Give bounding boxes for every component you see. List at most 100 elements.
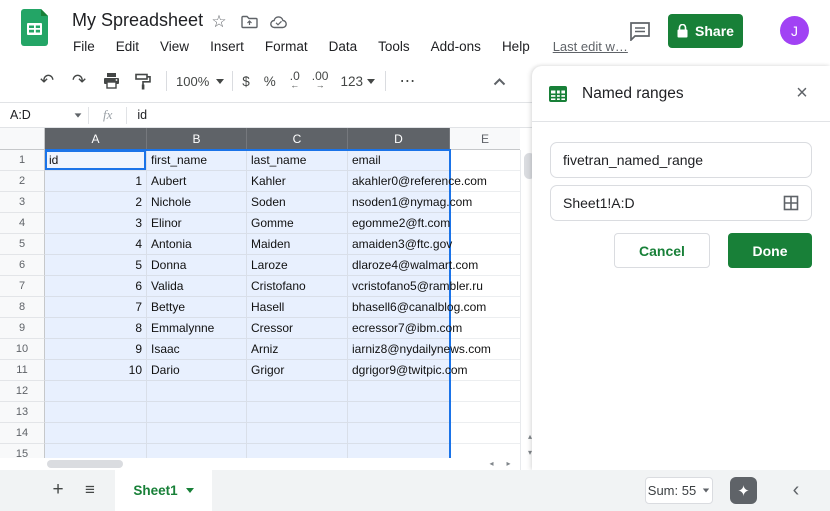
cell-B11[interactable]: Dario (147, 360, 247, 381)
document-title[interactable]: My Spreadsheet (72, 10, 203, 31)
format-currency-button[interactable]: $ (242, 74, 250, 89)
add-sheet-button[interactable]: + (46, 478, 70, 502)
menu-data[interactable]: Data (327, 38, 360, 55)
name-box[interactable]: A:D (0, 108, 88, 122)
menu-help[interactable]: Help (500, 38, 532, 55)
row-header-8[interactable]: 8 (0, 297, 45, 318)
formula-input[interactable]: id (127, 108, 147, 122)
cell-B9[interactable]: Emmalynne (147, 318, 247, 339)
cell-D13[interactable] (348, 402, 450, 423)
cell-B10[interactable]: Isaac (147, 339, 247, 360)
close-icon[interactable]: × (790, 82, 814, 106)
row-header-11[interactable]: 11 (0, 360, 45, 381)
cell-D11[interactable]: dgrigor9@twitpic.com (348, 360, 450, 381)
cell-D6[interactable]: dlaroze4@walmart.com (348, 255, 450, 276)
cell-A1[interactable]: id (45, 150, 147, 171)
row-header-4[interactable]: 4 (0, 213, 45, 234)
cell-D7[interactable]: vcristofano5@rambler.ru (348, 276, 450, 297)
format-percent-button[interactable]: % (264, 74, 276, 89)
cell-B5[interactable]: Antonia (147, 234, 247, 255)
cell-C3[interactable]: Soden (247, 192, 348, 213)
cancel-button[interactable]: Cancel (614, 233, 710, 268)
print-button[interactable] (98, 68, 124, 94)
share-button[interactable]: Share (668, 14, 743, 48)
row-header-1[interactable]: 1 (0, 150, 45, 171)
sheets-logo-icon[interactable] (21, 9, 48, 46)
cell-A4[interactable]: 3 (45, 213, 147, 234)
explore-button[interactable]: ✦ (730, 477, 757, 504)
cell-B3[interactable]: Nichole (147, 192, 247, 213)
horizontal-scrollbar[interactable]: ◂ ▸ (0, 458, 520, 470)
cell-D4[interactable]: egomme2@ft.com (348, 213, 450, 234)
cell-D1[interactable]: email (348, 150, 450, 171)
menu-format[interactable]: Format (263, 38, 310, 55)
menu-tools[interactable]: Tools (376, 38, 412, 55)
cell-C13[interactable] (247, 402, 348, 423)
cell-C7[interactable]: Cristofano (247, 276, 348, 297)
cell-D14[interactable] (348, 423, 450, 444)
cell-D3[interactable]: nsoden1@nymag.com (348, 192, 450, 213)
cell-C4[interactable]: Gomme (247, 213, 348, 234)
select-data-range-icon[interactable] (783, 195, 799, 211)
cell-B6[interactable]: Donna (147, 255, 247, 276)
star-icon[interactable]: ☆ (210, 13, 228, 31)
column-header-A[interactable]: A (45, 128, 147, 150)
row-header-3[interactable]: 3 (0, 192, 45, 213)
select-all-corner[interactable] (0, 128, 45, 150)
cell-B7[interactable]: Valida (147, 276, 247, 297)
cell-C8[interactable]: Hasell (247, 297, 348, 318)
cell-A10[interactable]: 9 (45, 339, 147, 360)
cell-B4[interactable]: Elinor (147, 213, 247, 234)
done-button[interactable]: Done (728, 233, 812, 268)
avatar[interactable]: J (780, 16, 809, 45)
range-reference-input[interactable]: Sheet1!A:D (550, 185, 812, 221)
comment-history-button[interactable] (626, 17, 654, 45)
cell-C9[interactable]: Cressor (247, 318, 348, 339)
cell-A8[interactable]: 7 (45, 297, 147, 318)
increase-decimal-button[interactable]: .00 → (312, 72, 329, 90)
row-header-5[interactable]: 5 (0, 234, 45, 255)
cell-C14[interactable] (247, 423, 348, 444)
cell-A14[interactable] (45, 423, 147, 444)
menu-edit[interactable]: Edit (114, 38, 141, 55)
redo-button[interactable]: ↷ (66, 68, 92, 94)
menu-view[interactable]: View (158, 38, 191, 55)
cell-A12[interactable] (45, 381, 147, 402)
paint-format-button[interactable] (130, 68, 156, 94)
cell-B14[interactable] (147, 423, 247, 444)
cell-A5[interactable]: 4 (45, 234, 147, 255)
scroll-right-icon[interactable]: ▸ (501, 458, 516, 470)
range-name-input[interactable]: fivetran_named_range (550, 142, 812, 178)
cell-B13[interactable] (147, 402, 247, 423)
cell-A3[interactable]: 2 (45, 192, 147, 213)
row-header-2[interactable]: 2 (0, 171, 45, 192)
all-sheets-button[interactable]: ≡ (78, 478, 102, 502)
horizontal-scrollbar-thumb[interactable] (47, 460, 123, 468)
cell-A7[interactable]: 6 (45, 276, 147, 297)
cell-C5[interactable]: Maiden (247, 234, 348, 255)
cell-B12[interactable] (147, 381, 247, 402)
sum-summary-button[interactable]: Sum: 55 (645, 477, 713, 504)
scroll-left-icon[interactable]: ◂ (484, 458, 499, 470)
cell-A11[interactable]: 10 (45, 360, 147, 381)
undo-button[interactable]: ↶ (34, 68, 60, 94)
row-header-13[interactable]: 13 (0, 402, 45, 423)
more-formats-button[interactable]: 123 (340, 74, 375, 89)
menu-addons[interactable]: Add-ons (429, 38, 483, 55)
row-header-14[interactable]: 14 (0, 423, 45, 444)
cell-A2[interactable]: 1 (45, 171, 147, 192)
more-toolbar-options-button[interactable]: ⋯ (395, 68, 421, 94)
cell-D2[interactable]: akahler0@reference.com (348, 171, 450, 192)
menu-insert[interactable]: Insert (208, 38, 246, 55)
cloud-saved-icon[interactable] (270, 13, 288, 31)
last-edit-link[interactable]: Last edit w… (553, 39, 628, 54)
collapse-controls-button[interactable] (488, 72, 510, 92)
menu-file[interactable]: File (71, 38, 97, 55)
row-header-6[interactable]: 6 (0, 255, 45, 276)
cell-D9[interactable]: ecressor7@ibm.com (348, 318, 450, 339)
cell-B2[interactable]: Aubert (147, 171, 247, 192)
move-to-folder-icon[interactable] (240, 13, 258, 31)
cell-A9[interactable]: 8 (45, 318, 147, 339)
decrease-decimal-button[interactable]: .0 ← (290, 72, 300, 90)
cell-B8[interactable]: Bettye (147, 297, 247, 318)
